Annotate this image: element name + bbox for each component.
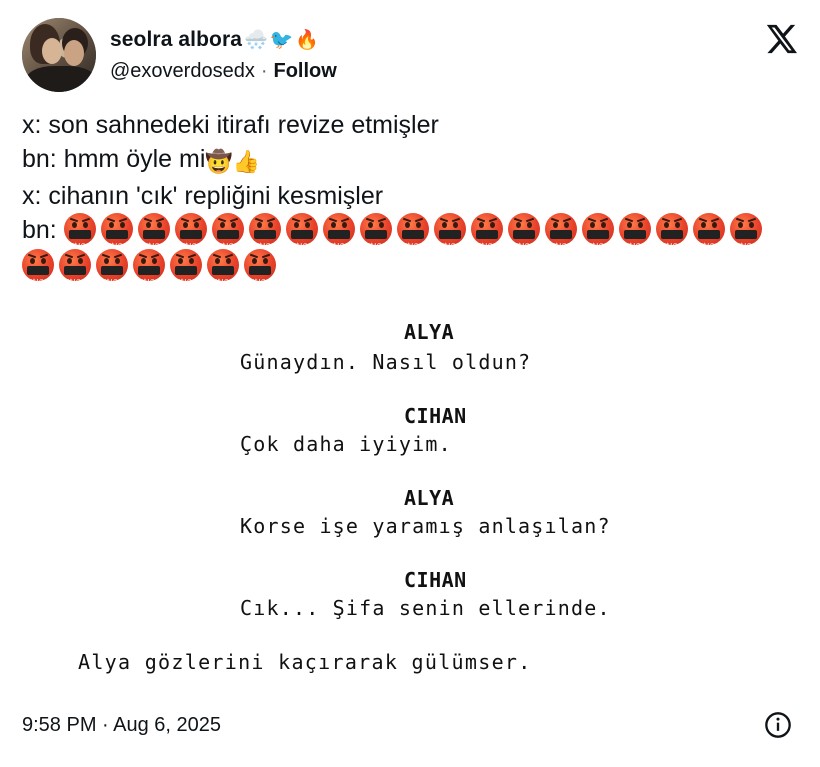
angry-face-icon: #$!@	[133, 249, 165, 286]
angry-face-icon: #$!@	[63, 213, 96, 250]
angry-face-icon: #$!@	[100, 213, 133, 250]
angry-face-icon: #$!@	[207, 249, 239, 286]
snow-cloud-icon: 🌨️	[244, 28, 268, 51]
angry-face-icon: #$!@	[470, 213, 503, 250]
tweet-line-4-text: bn:	[22, 216, 57, 244]
angry-face-icon: #$!@	[22, 249, 54, 286]
angry-face-icon: #$!@	[59, 249, 91, 286]
angry-emoji-row-1: #$!@ #$!@ #$!@ #$!@ #$!@ #$!@ #$!@ #$!@ #$!@ #$!@…	[63, 213, 767, 250]
tweet-line-3: x: cihanın 'cık' repliğini kesmişler	[22, 182, 384, 210]
angry-face-icon: #$!@	[581, 213, 614, 250]
info-icon[interactable]	[764, 711, 792, 739]
angry-face-icon: #$!@	[137, 213, 170, 250]
author-name-row[interactable]: seolra albora 🌨️ 🐦 🔥	[110, 28, 319, 52]
character-name-3: ALYA	[404, 486, 455, 510]
tweet-header: seolra albora 🌨️ 🐦 🔥 @exoverdosedx · Fol…	[22, 18, 798, 92]
angry-face-icon: #$!@	[396, 213, 429, 250]
action-line: Alya gözlerini kaçırarak gülümser.	[78, 650, 532, 674]
angry-face-icon: #$!@	[248, 213, 281, 250]
fire-icon: 🔥	[295, 28, 320, 51]
angry-face-icon: #$!@	[244, 249, 276, 286]
separator-dot: ·	[260, 60, 268, 82]
author-handle[interactable]: @exoverdosedx	[110, 60, 255, 83]
dialogue-line-3: Korse işe yaramış anlaşılan?	[240, 514, 611, 538]
character-name-1: ALYA	[404, 320, 455, 344]
bird-icon: 🐦	[269, 28, 294, 51]
timestamp[interactable]: 9:58 PM · Aug 6, 2025	[22, 714, 221, 737]
angry-face-icon: #$!@	[359, 213, 392, 250]
tweet-body: x: son sahnedeki itirafı revize etmişler…	[22, 108, 802, 286]
angry-face-icon: #$!@	[96, 249, 128, 286]
dialogue-line-1: Günaydın. Nasıl oldun?	[240, 350, 532, 374]
author-name[interactable]: seolra albora	[110, 28, 242, 52]
dialogue-line-4: Cık... Şifa senin ellerinde.	[240, 596, 611, 620]
angry-face-icon: #$!@	[174, 213, 207, 250]
character-name-4: CIHAN	[404, 568, 467, 592]
angry-face-icon: #$!@	[170, 249, 202, 286]
x-logo-icon[interactable]	[764, 22, 798, 56]
angry-face-icon: #$!@	[692, 213, 725, 250]
tweet-line-4: bn: #$!@ #$!@ #$!@ #$!@ #$!@ #$!@ #$!@ #$!@ #$!@…	[22, 213, 802, 250]
follow-button[interactable]: Follow	[274, 60, 337, 83]
thumbs-up-icon: 👍	[232, 149, 261, 174]
tweet-footer: 9:58 PM · Aug 6, 2025	[22, 710, 798, 744]
cowboy-face-icon: 🤠	[205, 149, 233, 174]
angry-emoji-row-2: #$!@ #$!@ #$!@ #$!@ #$!@ #$!@ #$!@	[22, 249, 281, 286]
tweet-line-2-text: bn: hmm öyle mi	[22, 145, 206, 173]
tweet-line-1: x: son sahnedeki itirafı revize etmişler	[22, 111, 439, 139]
dialogue-line-2: Çok daha iyiyim.	[240, 432, 452, 456]
angry-face-icon: #$!@	[211, 213, 244, 250]
character-name-2: CIHAN	[404, 404, 467, 428]
angry-face-icon: #$!@	[544, 213, 577, 250]
screenplay-image[interactable]: ALYA Günaydın. Nasıl oldun? CIHAN Çok da…	[22, 310, 798, 690]
angry-face-icon: #$!@	[433, 213, 466, 250]
angry-face-icon: #$!@	[322, 213, 355, 250]
angry-face-icon: #$!@	[655, 213, 688, 250]
angry-face-icon: #$!@	[618, 213, 651, 250]
angry-face-icon: #$!@	[507, 213, 540, 250]
author-handle-row: @exoverdosedx · Follow	[110, 60, 337, 83]
angry-face-icon: #$!@	[729, 213, 762, 250]
avatar[interactable]	[22, 18, 96, 92]
angry-face-icon: #$!@	[285, 213, 318, 250]
tweet-line-2: bn: hmm öyle mi🤠👍	[22, 142, 802, 179]
